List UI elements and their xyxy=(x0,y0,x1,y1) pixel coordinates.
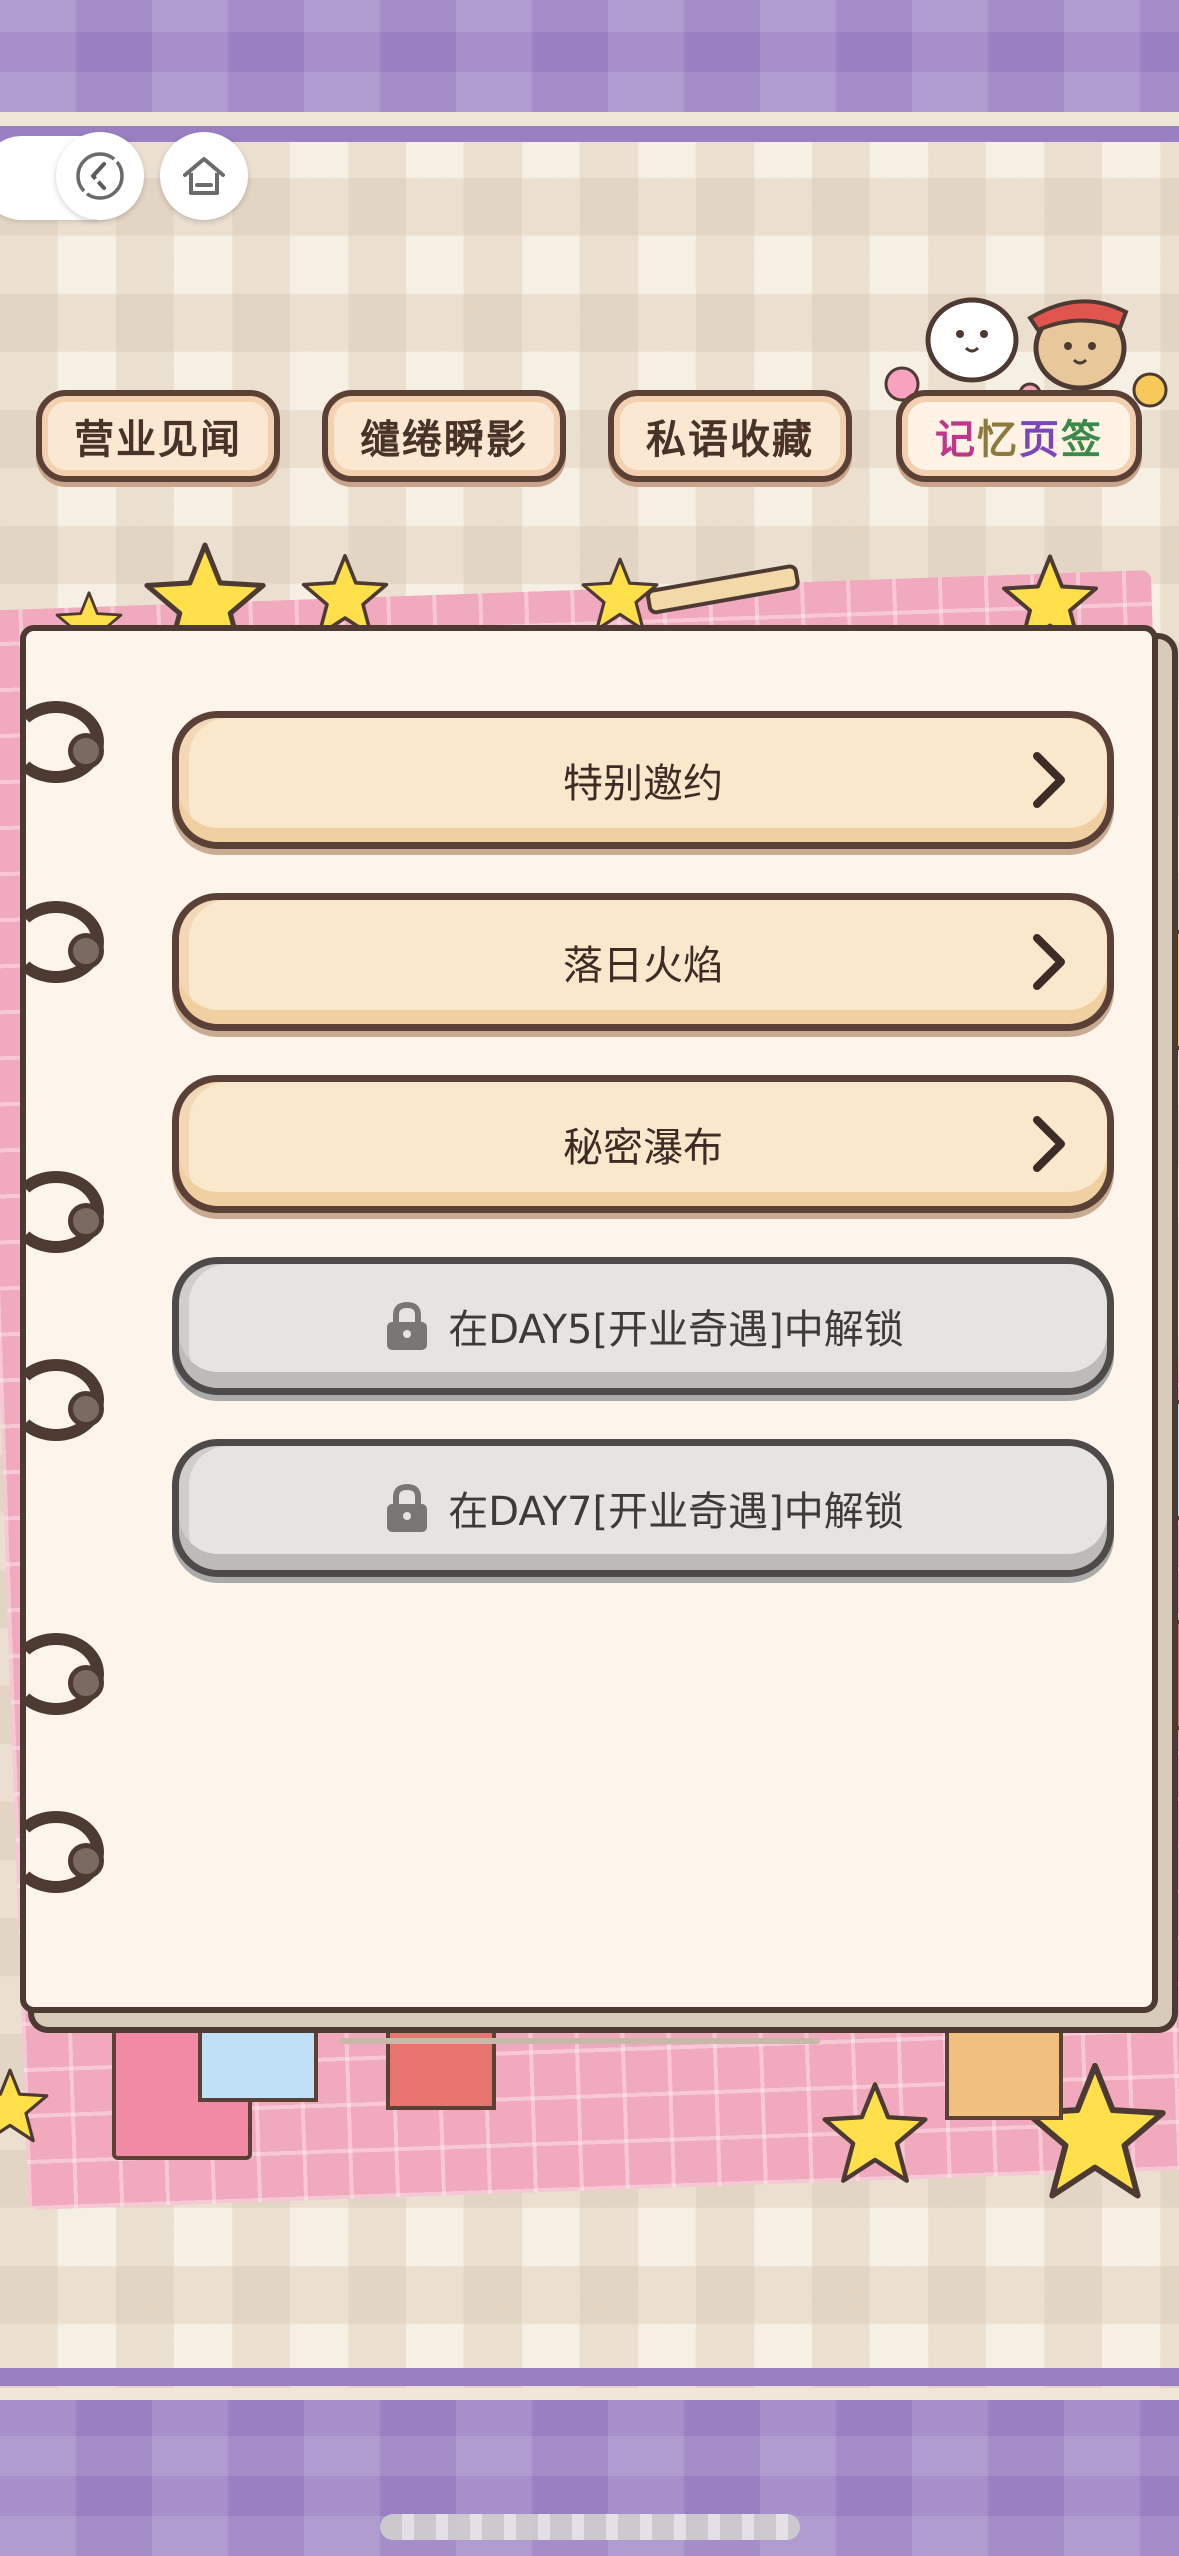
tab-memory-bookmarks[interactable]: 记忆页签 xyxy=(896,390,1142,482)
tab-label-char: 页 xyxy=(1019,417,1061,463)
spiral-ring xyxy=(8,901,104,983)
spiral-ring xyxy=(8,1633,104,1715)
menu-item-label: 秘密瀑布 xyxy=(563,1125,723,1171)
chevron-right-icon xyxy=(1033,752,1065,808)
pencil-decoration xyxy=(646,564,800,615)
menu-item-secret-waterfall[interactable]: 秘密瀑布 xyxy=(172,1075,1114,1213)
tab-label: 营业见闻 xyxy=(74,417,242,463)
menu-item-sunset-flame[interactable]: 落日火焰 xyxy=(172,893,1114,1031)
lock-icon xyxy=(387,1483,428,1532)
tab-label-char: 签 xyxy=(1061,417,1103,463)
menu-item-locked-day7[interactable]: 在DAY7[开业奇遇]中解锁 xyxy=(172,1439,1114,1577)
back-icon xyxy=(76,152,124,200)
top-banner xyxy=(0,0,1179,142)
menu-item-locked-day5[interactable]: 在DAY5[开业奇遇]中解锁 xyxy=(172,1257,1114,1395)
tab-label-char: 忆 xyxy=(977,417,1019,463)
star-icon xyxy=(822,2082,928,2183)
tab-business-news[interactable]: 营业见闻 xyxy=(36,390,280,482)
home-button[interactable] xyxy=(160,132,248,220)
back-button[interactable] xyxy=(56,132,144,220)
spiral-ring xyxy=(8,1171,104,1253)
tab-label: 缱绻瞬影 xyxy=(360,417,528,463)
home-icon xyxy=(183,157,225,195)
notebook-base-line xyxy=(340,2038,820,2044)
spiral-ring xyxy=(8,1811,104,1893)
menu-item-special-invitation[interactable]: 特别邀约 xyxy=(172,711,1114,849)
tab-fleeting-moments[interactable]: 缱绻瞬影 xyxy=(322,390,566,482)
tab-label-char: 记 xyxy=(935,417,977,463)
chevron-right-icon xyxy=(1033,934,1065,990)
orange-tab xyxy=(945,2010,1063,2120)
spiral-ring xyxy=(8,1359,104,1441)
menu-item-label: 在DAY5[开业奇遇]中解锁 xyxy=(448,1307,904,1353)
tab-label: 私语收藏 xyxy=(646,417,814,463)
blue-tab xyxy=(198,2010,318,2102)
side-tab-blue xyxy=(1160,1400,1179,1520)
notebook-panel: 特别邀约 落日火焰 秘密瀑布 在DAY5[开业奇遇]中解锁 在DAY7[开业奇遇… xyxy=(8,625,1158,2013)
watermark xyxy=(380,2514,800,2540)
side-tab-red xyxy=(1160,1620,1179,1730)
side-tab-orange xyxy=(1160,930,1179,1050)
tab-whisper-collection[interactable]: 私语收藏 xyxy=(608,390,852,482)
spiral-ring xyxy=(8,701,104,783)
red-tab xyxy=(386,2010,496,2110)
star-icon xyxy=(0,2068,49,2143)
chevron-right-icon xyxy=(1033,1116,1065,1172)
menu-item-label: 落日火焰 xyxy=(563,943,723,989)
menu-item-label: 特别邀约 xyxy=(563,761,723,807)
lock-icon xyxy=(387,1301,428,1350)
menu-item-label: 在DAY7[开业奇遇]中解锁 xyxy=(448,1489,904,1535)
